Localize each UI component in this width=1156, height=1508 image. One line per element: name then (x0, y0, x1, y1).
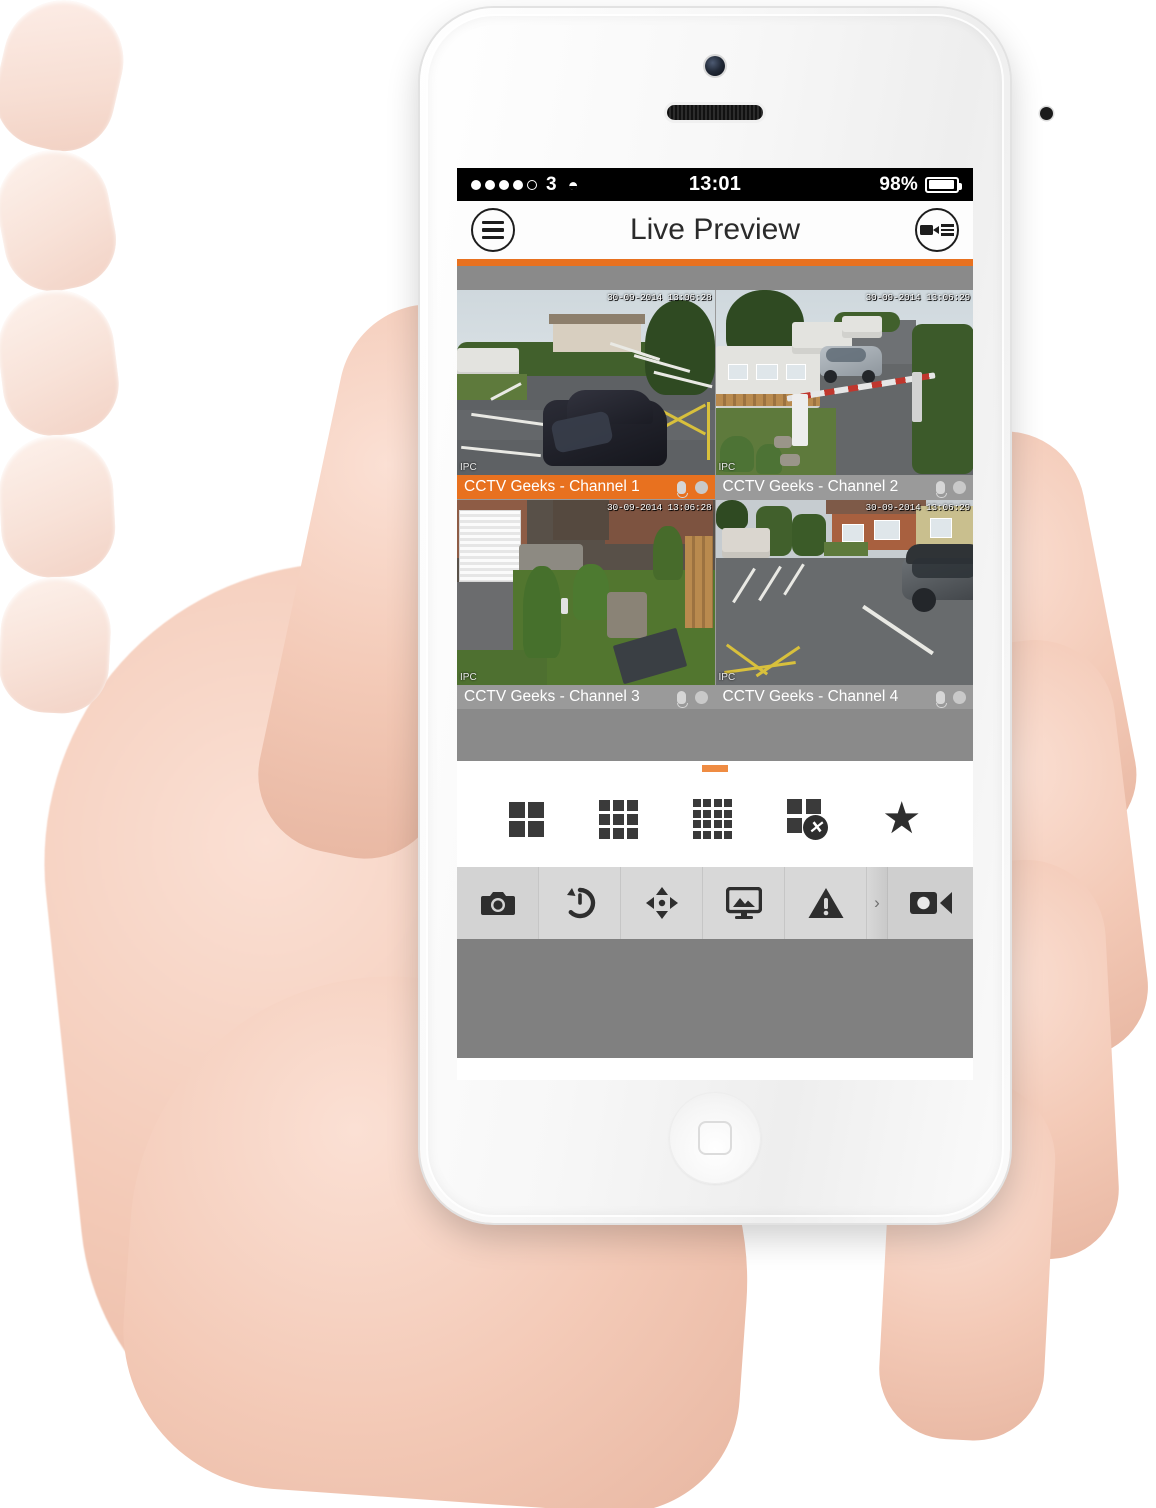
camera-label-1[interactable]: CCTV Geeks - Channel 1 (457, 475, 715, 499)
image-settings-button[interactable] (703, 867, 785, 939)
layout-toolbar: ✕ ★ (457, 771, 973, 867)
grid-3x3-icon (598, 799, 638, 839)
camera-label-2[interactable]: CCTV Geeks - Channel 2 (715, 475, 973, 499)
signal-strength-icon (471, 179, 537, 190)
microphone-icon[interactable] (933, 690, 947, 708)
watermark-3: IPC (460, 672, 477, 683)
star-icon: ★ (882, 794, 922, 843)
favourites-button[interactable]: ★ (882, 797, 921, 841)
home-button[interactable] (669, 1092, 761, 1184)
layout-3x3-button[interactable] (598, 799, 638, 839)
video-record-icon (909, 892, 952, 914)
camera-cell-4[interactable]: 30-09-2014 13:06:29 IPC CCTV Geeks - Cha… (715, 500, 973, 709)
thumb-nail (0, 0, 136, 162)
camera-name-1: CCTV Geeks - Channel 1 (464, 478, 640, 495)
status-bar-right: 98% (741, 173, 962, 196)
page-indicator[interactable] (457, 761, 973, 772)
monitor-image-icon (725, 887, 762, 919)
page-title: Live Preview (629, 213, 801, 246)
status-circle-icon[interactable] (694, 480, 708, 494)
camera-cell-3[interactable]: 30-09-2014 13:06:28 IPC CCTV Geeks - Cha… (457, 500, 715, 709)
action-toolbar: › (457, 867, 973, 939)
rewind-clock-icon (566, 887, 595, 919)
camera-label-3[interactable]: CCTV Geeks - Channel 3 (457, 685, 715, 709)
camera-list-icon[interactable] (914, 208, 959, 252)
battery-percentage: 98% (879, 173, 918, 195)
playback-button[interactable] (539, 867, 621, 939)
microphone-icon[interactable] (675, 480, 689, 498)
middle-finger-nail (0, 283, 125, 442)
timestamp-4: 30-09-2014 13:06:29 (865, 502, 970, 513)
wifi-icon: ◓ (567, 174, 579, 195)
camera-icon (480, 892, 515, 915)
phone-body: 3 ◓ 13:01 98% Live Preview 30-09-2014 13… (420, 8, 1053, 1223)
grid-close-icon: ✕ (787, 799, 828, 840)
warning-triangle-icon (808, 888, 843, 918)
camera-name-4: CCTV Geeks - Channel 4 (722, 688, 899, 705)
phone-screen: 3 ◓ 13:01 98% Live Preview 30-09-2014 13… (457, 168, 973, 1058)
ptz-arrows-icon (645, 887, 678, 919)
status-bar-clock: 13:01 (688, 173, 742, 195)
camera-cell-1[interactable]: 30-09-2014 13:06:28 IPC CCTV Geeks - Cha… (457, 290, 715, 499)
accent-divider (457, 259, 973, 266)
camera-feed-2[interactable]: 30-09-2014 13:06:29 IPC (715, 290, 973, 475)
screenshot-stage: 3 ◓ 13:01 98% Live Preview 30-09-2014 13… (0, 0, 1156, 1508)
proximity-sensor-icon (1040, 107, 1053, 120)
camera-feed-3[interactable]: 30-09-2014 13:06:28 IPC (457, 500, 715, 685)
screen-bottom-filler (457, 1058, 973, 1080)
watermark-1: IPC (460, 462, 477, 473)
watermark-2: IPC (718, 462, 736, 473)
status-bar-left: 3 ◓ (471, 174, 689, 196)
microphone-icon[interactable] (675, 690, 689, 708)
watermark-4: IPC (718, 672, 736, 683)
camera-cell-2[interactable]: 30-09-2014 13:06:29 IPC CCTV Geeks - Cha… (715, 290, 973, 499)
index-finger-nail (0, 140, 125, 300)
camera-grid: 30-09-2014 13:06:28 IPC CCTV Geeks - Cha… (457, 290, 973, 709)
close-all-button[interactable]: ✕ (787, 799, 828, 840)
chevron-right-icon[interactable]: › (867, 867, 887, 939)
camera-feed-1[interactable]: 30-09-2014 13:06:28 IPC (457, 290, 715, 475)
camera-name-3: CCTV Geeks - Channel 3 (464, 688, 640, 705)
grid-2x2-icon (508, 801, 544, 837)
timestamp-1: 30-09-2014 13:06:28 (606, 292, 712, 303)
timestamp-3: 30-09-2014 13:06:28 (606, 502, 712, 513)
camera-feed-4[interactable]: 30-09-2014 13:06:29 IPC (715, 500, 973, 685)
timestamp-2: 30-09-2014 13:06:29 (865, 292, 970, 303)
live-preview-area: 30-09-2014 13:06:28 IPC CCTV Geeks - Cha… (457, 266, 973, 761)
camera-label-4[interactable]: CCTV Geeks - Channel 4 (715, 685, 973, 709)
snapshot-button[interactable] (457, 867, 539, 939)
microphone-icon[interactable] (933, 480, 947, 498)
status-bar: 3 ◓ 13:01 98% (457, 168, 973, 201)
record-button[interactable] (887, 867, 973, 939)
earpiece-speaker (667, 105, 763, 120)
ptz-button[interactable] (621, 867, 703, 939)
battery-icon (925, 176, 962, 193)
carrier-name: 3 (546, 173, 557, 195)
status-circle-icon[interactable] (694, 690, 708, 704)
status-circle-icon[interactable] (953, 480, 966, 494)
layout-2x2-button[interactable] (508, 801, 544, 837)
hamburger-menu-icon[interactable] (471, 208, 515, 252)
little-finger-nail (0, 574, 114, 716)
front-camera-icon (705, 56, 725, 76)
grid-bottom-filler (457, 709, 973, 761)
ring-finger-nail (0, 432, 118, 580)
alarm-button[interactable] (785, 867, 867, 939)
navigation-bar: Live Preview (457, 201, 973, 259)
status-circle-icon[interactable] (953, 690, 966, 704)
home-square-icon (698, 1121, 732, 1155)
layout-4x4-button[interactable] (692, 799, 732, 839)
grid-4x4-icon (692, 799, 732, 839)
camera-name-2: CCTV Geeks - Channel 2 (722, 478, 899, 495)
